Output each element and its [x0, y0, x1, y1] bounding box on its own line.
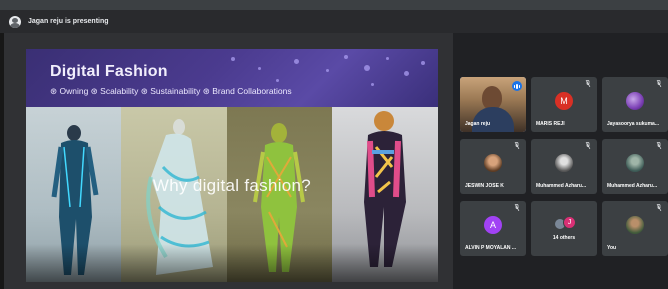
- presenting-text: Jagan reju is presenting: [28, 18, 109, 25]
- others-count: 14 others: [552, 235, 576, 241]
- participant-tile[interactable]: M MARIS REJI: [531, 77, 597, 132]
- participant-name: Muhammed Azharu...: [536, 183, 587, 189]
- participant-avatar: A: [484, 215, 502, 234]
- presenting-banner: Jagan reju is presenting: [0, 10, 668, 33]
- participant-avatar: [626, 91, 644, 110]
- participant-avatar: [484, 153, 502, 172]
- presentation-stage[interactable]: Digital Fashion ⊛ Owning ⊛ Scalability ⊛…: [4, 33, 453, 289]
- mic-off-icon: [656, 142, 662, 149]
- participant-avatar: [626, 153, 644, 172]
- slide-header: Digital Fashion ⊛ Owning ⊛ Scalability ⊛…: [26, 49, 438, 107]
- participant-name: ALVIN P MOYALAN ...: [465, 245, 517, 251]
- other-avatar: J: [563, 216, 576, 229]
- participant-tile[interactable]: A ALVIN P MOYALAN ...: [460, 201, 526, 256]
- participant-name: You: [607, 245, 617, 251]
- participant-tile[interactable]: JESWIN JOSE K: [460, 139, 526, 194]
- participant-avatar: [555, 153, 573, 172]
- speaking-icon: [512, 81, 522, 91]
- participant-name: Jagan reju: [465, 121, 491, 127]
- shared-slide: Digital Fashion ⊛ Owning ⊛ Scalability ⊛…: [26, 49, 438, 282]
- participant-avatar: M: [555, 91, 573, 110]
- slide-overlay-text: Why digital fashion?: [152, 176, 312, 195]
- others-avatars: J: [554, 215, 578, 231]
- participant-grid: Jagan reju M MARIS REJI Jayasoorya sukum…: [458, 77, 668, 257]
- self-tile[interactable]: You: [602, 201, 668, 256]
- participant-avatar: [626, 215, 644, 234]
- participant-name: MARIS REJI: [536, 121, 565, 127]
- window-top-bar: [0, 0, 668, 10]
- participant-name: Muhammed Azharu...: [607, 183, 658, 189]
- mic-off-icon: [656, 204, 662, 211]
- slide-subtitle: ⊛ Owning ⊛ Scalability ⊛ Sustainability …: [50, 86, 292, 96]
- others-tile[interactable]: J 14 others: [531, 201, 597, 256]
- mic-off-icon: [585, 142, 591, 149]
- mic-off-icon: [514, 204, 520, 211]
- mic-off-icon: [656, 80, 662, 87]
- mic-off-icon: [585, 80, 591, 87]
- participant-tile[interactable]: Muhammed Azharu...: [531, 139, 597, 194]
- participant-tile[interactable]: Jayasoorya sukuma...: [602, 77, 668, 132]
- participant-tile[interactable]: Jagan reju: [460, 77, 526, 132]
- presenter-avatar-icon: [9, 15, 21, 28]
- participant-name: JESWIN JOSE K: [465, 183, 504, 189]
- participant-name: Jayasoorya sukuma...: [607, 121, 659, 127]
- participant-tile[interactable]: Muhammed Azharu...: [602, 139, 668, 194]
- slide-title: Digital Fashion: [50, 63, 168, 80]
- mic-off-icon: [514, 142, 520, 149]
